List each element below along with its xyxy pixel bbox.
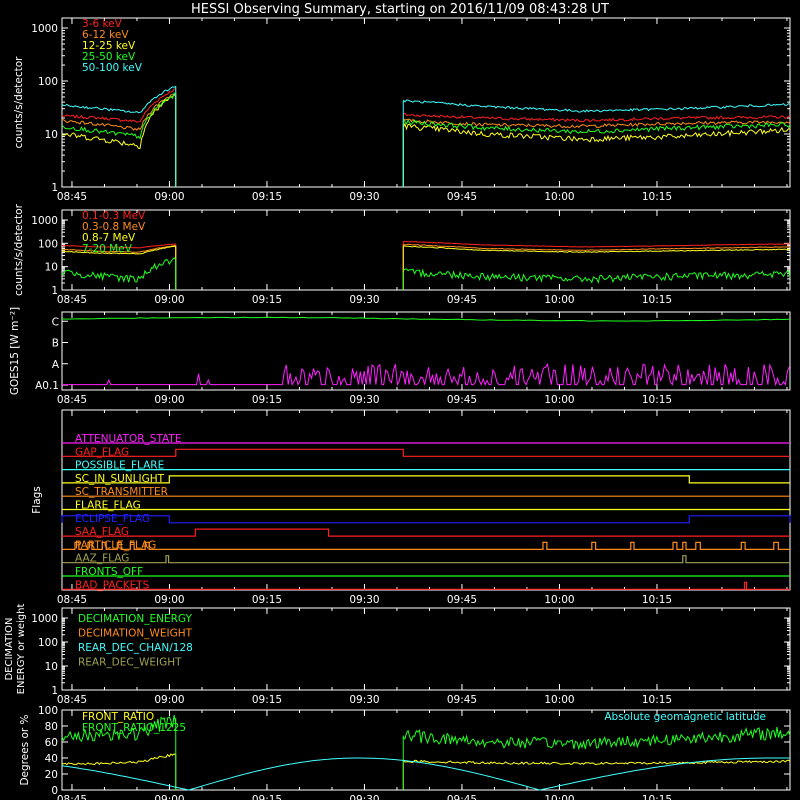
legend-entry: REAR_DEC_WEIGHT	[78, 657, 182, 669]
x-tick-label: 09:00	[154, 694, 184, 706]
x-tick-label: 10:00	[544, 694, 574, 706]
y-tick-label: 20	[45, 769, 58, 781]
x-tick-label: 09:45	[447, 594, 477, 606]
y-tick-label: 10	[45, 262, 58, 274]
x-tick-label: 10:00	[544, 594, 574, 606]
x-tick-label: 09:30	[349, 594, 379, 606]
x-tick-label: 09:15	[252, 394, 282, 406]
x-tick-label: 09:30	[349, 794, 379, 800]
x-tick-label: 08:45	[57, 394, 87, 406]
x-tick-label: 10:00	[544, 191, 574, 203]
x-tick-label: 09:30	[349, 394, 379, 406]
legend-entry: DECIMATION_ENERGY	[78, 613, 192, 625]
y-axis-label: Flags	[31, 486, 43, 514]
x-tick-label: 09:00	[154, 594, 184, 606]
x-tick-label: 09:15	[252, 694, 282, 706]
y-tick-label: 10	[45, 129, 58, 141]
legend-entry: FRONT_RATIO_1225	[82, 722, 186, 734]
y-tick-label: 60	[45, 737, 58, 749]
legend-entry: 7-20 MeV	[82, 243, 133, 255]
legend-entry: REAR_DEC_CHAN/128	[78, 642, 193, 654]
y-tick-label: 1000	[31, 215, 58, 227]
y-tick-label: 10	[45, 661, 58, 673]
y-tick-label: 100	[38, 238, 58, 250]
y-tick-label: 1000	[31, 23, 58, 35]
x-tick-label: 09:15	[252, 794, 282, 800]
y-tick-label: 40	[45, 753, 58, 765]
legend-entry: Absolute geomagnetic latitude	[604, 711, 766, 723]
x-tick-label: 08:45	[57, 694, 87, 706]
y-tick-label: A	[52, 359, 60, 371]
figure-title: HESSI Observing Summary, starting on 201…	[191, 2, 609, 17]
observing-summary-figure: HESSI Observing Summary, starting on 201…	[0, 0, 800, 800]
y-tick-label: C	[52, 316, 59, 328]
x-tick-label: 10:15	[642, 694, 672, 706]
x-tick-label: 09:45	[447, 394, 477, 406]
x-tick-label: 10:15	[642, 191, 672, 203]
x-tick-label: 09:00	[154, 394, 184, 406]
y-tick-label: B	[52, 338, 59, 350]
x-tick-label: 09:15	[252, 191, 282, 203]
x-tick-label: 10:00	[544, 394, 574, 406]
y-tick-label: 1000	[31, 613, 58, 625]
y-axis-label: DECIMATION	[4, 617, 15, 680]
x-tick-label: 10:00	[544, 794, 574, 800]
x-tick-label: 09:45	[447, 794, 477, 800]
x-tick-label: 10:15	[642, 294, 672, 306]
y-tick-label: 1	[51, 182, 58, 194]
y-axis-label: counts/s/detector	[13, 56, 25, 149]
x-tick-label: 09:00	[154, 794, 184, 800]
y-axis-label: ENERGY or weight	[16, 604, 27, 695]
x-tick-label: 09:30	[349, 294, 379, 306]
x-tick-label: 09:15	[252, 594, 282, 606]
x-tick-label: 09:30	[349, 191, 379, 203]
y-tick-label: 1	[51, 285, 58, 297]
x-tick-label: 09:45	[447, 294, 477, 306]
y-tick-label: 100	[38, 637, 58, 649]
y-axis-label: GOES15 [W m⁻²]	[9, 307, 21, 395]
x-tick-label: 09:15	[252, 294, 282, 306]
y-tick-label: 1	[51, 685, 58, 697]
y-tick-label: 0	[51, 785, 58, 797]
x-tick-label: 10:15	[642, 594, 672, 606]
y-tick-label: 80	[45, 721, 58, 733]
x-tick-label: 09:00	[154, 294, 184, 306]
x-tick-label: 08:45	[57, 594, 87, 606]
x-tick-label: 08:45	[57, 191, 87, 203]
x-tick-label: 09:00	[154, 191, 184, 203]
x-tick-label: 09:45	[447, 191, 477, 203]
x-tick-label: 09:45	[447, 694, 477, 706]
y-axis-label: Degrees or %	[19, 714, 31, 785]
x-tick-label: 10:00	[544, 294, 574, 306]
x-tick-label: 08:45	[57, 794, 87, 800]
legend-entry: 50-100 keV	[82, 62, 143, 74]
y-tick-label: 100	[38, 705, 58, 717]
x-tick-label: 10:15	[642, 394, 672, 406]
y-tick-label: A0.1	[35, 380, 59, 392]
legend-entry: DECIMATION_WEIGHT	[78, 628, 193, 640]
y-axis-label: counts/s/detector	[13, 203, 25, 296]
x-tick-label: 09:30	[349, 694, 379, 706]
flag-label: ECLIPSE_FLAG	[75, 513, 150, 525]
y-tick-label: 100	[38, 76, 58, 88]
x-tick-label: 10:15	[642, 794, 672, 800]
x-tick-label: 08:45	[57, 294, 87, 306]
